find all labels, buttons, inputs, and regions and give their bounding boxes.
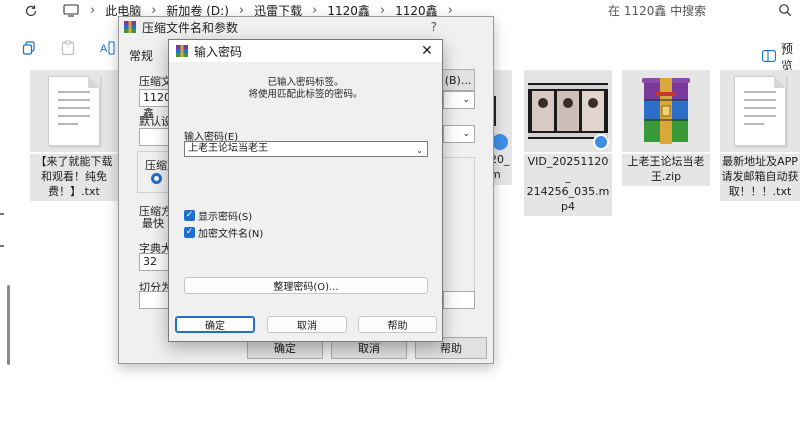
search-icon <box>778 3 792 17</box>
show-password-label: 显示密码(S) <box>198 212 253 223</box>
dialog-title: 压缩文件名和参数 <box>142 20 239 35</box>
doc-line <box>744 99 776 101</box>
enter-password-dialog: 输入密码 ✕ 已输入密码标签。 将使用匹配此标签的密码。 输入密码(E) 上老王… <box>168 39 443 342</box>
password-value: 上老王论坛当老王 <box>188 143 268 154</box>
profile-button[interactable] <box>139 128 169 146</box>
text-file-icon <box>734 76 786 146</box>
search-placeholder: 在 1120鑫 中搜索 <box>608 3 707 18</box>
help-button[interactable]: 帮助 <box>358 316 437 333</box>
doc-line <box>58 91 90 93</box>
file-name: 最新地址及APP 请发邮箱自动获 取！！！.txt <box>720 154 800 201</box>
file-item-zip[interactable]: 上老王论坛当老 王.zip <box>622 70 710 186</box>
method-select[interactable]: 最快 <box>139 216 169 234</box>
encrypt-filenames-label: 加密文件名(N) <box>198 229 264 240</box>
svg-text:A: A <box>100 43 108 55</box>
dialog-titlebar: 输入密码 <box>169 40 442 62</box>
paste-icon[interactable] <box>60 40 76 56</box>
dictionary-select[interactable]: 32 <box>139 253 169 271</box>
file-thumbnail <box>622 70 710 152</box>
format-radio[interactable] <box>151 173 162 184</box>
show-password-checkbox[interactable]: ✓ 显示密码(S) <box>184 208 252 223</box>
doc-line <box>58 123 78 125</box>
nav-divider <box>0 213 4 215</box>
organize-passwords-button[interactable]: 整理密码(O)... <box>184 277 428 294</box>
preview-label: 预览 <box>781 42 794 73</box>
file-thumbnail <box>30 70 118 152</box>
copy-icon[interactable] <box>21 40 37 56</box>
doc-line <box>744 123 764 125</box>
split-select[interactable] <box>139 291 169 309</box>
chevron-down-icon[interactable]: ⌄ <box>416 144 423 158</box>
preview-button[interactable]: 预览 <box>762 40 800 74</box>
file-name: VID_20251120_ 214256_035.m p4 <box>524 154 612 216</box>
file-item-video[interactable]: VID_20251120_ 214256_035.m p4 <box>524 70 612 216</box>
archive-name-dropdown[interactable]: ⌄ <box>443 91 475 109</box>
nav-divider <box>0 245 4 247</box>
file-name: 【来了就能下载 和观看！纯免 费！】.txt <box>30 154 118 201</box>
password-input[interactable]: 上老王论坛当老王 ⌄ <box>184 141 428 157</box>
file-thumbnail <box>720 70 800 152</box>
file-thumbnail <box>524 70 612 152</box>
split-dropdown-edge[interactable] <box>443 291 475 309</box>
checkmark-icon: ✓ <box>184 210 195 221</box>
chevron-right-icon: › <box>90 2 96 18</box>
file-item-txt-2[interactable]: 最新地址及APP 请发邮箱自动获 取！！！.txt <box>720 70 800 201</box>
video-thumbnail <box>528 83 608 139</box>
doc-line <box>58 107 90 109</box>
file-name: 上老王论坛当老 王.zip <box>622 154 710 186</box>
checkmark-icon: ✓ <box>184 227 195 238</box>
dialog-title: 输入密码 <box>194 44 243 59</box>
browse-button[interactable]: (B)... <box>441 69 475 91</box>
preview-pane-icon <box>762 49 776 65</box>
sync-icon <box>492 134 508 150</box>
ok-button[interactable]: 确定 <box>175 316 255 333</box>
winrar-icon <box>123 20 137 34</box>
info-line-2: 将使用匹配此标签的密码。 <box>248 89 363 100</box>
doc-line <box>58 115 90 117</box>
winrar-icon <box>175 44 189 58</box>
cancel-button[interactable]: 取消 <box>267 316 347 333</box>
doc-line <box>744 107 776 109</box>
help-icon[interactable]: ? <box>431 20 437 34</box>
sync-icon <box>593 134 609 150</box>
refresh-icon[interactable] <box>22 2 40 20</box>
encrypt-filenames-checkbox[interactable]: ✓ 加密文件名(N) <box>184 225 263 240</box>
winrar-archive-icon <box>642 78 690 144</box>
search-input[interactable]: 在 1120鑫 中搜索 <box>598 0 800 20</box>
nav-scrollbar[interactable] <box>7 285 10 365</box>
monitor-icon <box>62 3 80 17</box>
rename-icon[interactable]: A <box>99 40 115 56</box>
doc-line <box>58 99 90 101</box>
text-file-icon <box>48 76 100 146</box>
doc-line <box>744 115 776 117</box>
file-item-txt-1[interactable]: 【来了就能下载 和观看！纯免 费！】.txt <box>30 70 118 201</box>
tab-general[interactable]: 常规 <box>129 47 153 64</box>
close-icon[interactable]: ✕ <box>418 42 436 60</box>
update-mode-dropdown[interactable]: ⌄ <box>443 125 475 143</box>
doc-line <box>744 91 776 93</box>
